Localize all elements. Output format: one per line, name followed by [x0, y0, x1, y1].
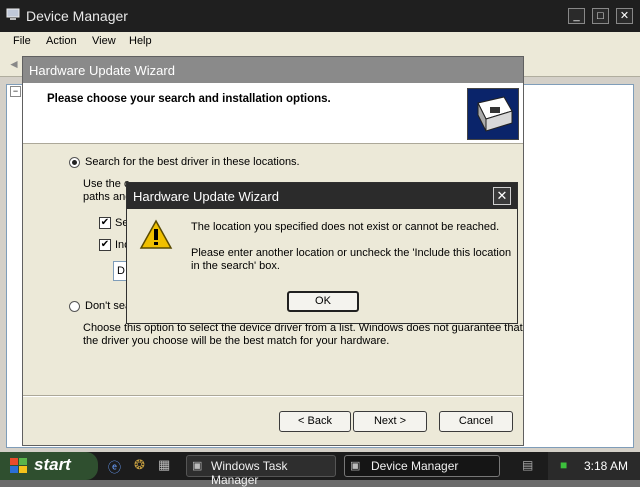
menu-action[interactable]: Action: [46, 35, 77, 47]
warning-icon: [139, 219, 173, 249]
clock[interactable]: 3:18 AM: [584, 459, 628, 473]
dialog-message-line1: The location you specified does not exis…: [191, 221, 500, 233]
dont-search-description-line2: the driver you choose will be the best m…: [83, 335, 390, 347]
close-button[interactable]: ✕: [616, 8, 633, 24]
ok-button[interactable]: OK: [287, 291, 359, 312]
quicklaunch-media-icon[interactable]: ❂: [134, 457, 145, 473]
tray-app-icon[interactable]: ■: [560, 458, 567, 472]
dialog-titlebar[interactable]: Hardware Update Wizard ✕: [127, 183, 517, 209]
dialog-close-button[interactable]: ✕: [493, 187, 511, 205]
window-title: Device Manager: [26, 8, 128, 24]
task-label: Device Manager: [371, 459, 459, 473]
task-label: Windows Task Manager: [211, 459, 288, 487]
menu-help[interactable]: Help: [129, 35, 152, 47]
search-best-driver-label: Search for the best driver in these loca…: [85, 156, 300, 168]
dont-search-radio[interactable]: [69, 301, 80, 312]
menu-bar: File Action View Help: [0, 32, 640, 52]
search-option-description-line2: paths and: [83, 191, 132, 203]
cancel-button[interactable]: Cancel: [439, 411, 513, 432]
dialog-message-line3: in the search' box.: [191, 260, 280, 272]
quicklaunch-desktop-icon[interactable]: ▦: [158, 457, 170, 473]
back-arrow-icon[interactable]: ◄: [8, 57, 20, 71]
minimize-button[interactable]: _: [568, 8, 585, 24]
include-location-checkbox[interactable]: ✔: [99, 239, 111, 251]
error-dialog: Hardware Update Wizard ✕ The location yo…: [126, 182, 518, 324]
device-manager-titlebar[interactable]: Device Manager _ □ ✕: [0, 0, 640, 32]
computer-icon: [6, 8, 20, 20]
device-manager-icon: ▣: [350, 460, 361, 472]
wizard-titlebar[interactable]: Hardware Update Wizard: [23, 57, 523, 83]
hardware-wizard-icon: [467, 88, 519, 140]
search-best-driver-radio[interactable]: [69, 157, 80, 168]
windows-logo-icon: [10, 458, 27, 473]
wizard-separator: [23, 395, 523, 397]
wizard-header-title: Please choose your search and installati…: [47, 93, 331, 105]
maximize-button[interactable]: □: [592, 8, 609, 24]
task-manager-icon: ▣: [192, 460, 203, 472]
system-tray: ▤ ■ 3:18 AM: [522, 452, 640, 480]
back-button[interactable]: < Back: [279, 411, 351, 432]
start-label: start: [34, 455, 71, 474]
task-windows-task-manager[interactable]: ▣ Windows Task Manager: [186, 455, 336, 487]
next-button[interactable]: Next >: [353, 411, 427, 432]
network-icon[interactable]: ▤: [522, 458, 533, 472]
dialog-message-line2: Please enter another location or uncheck…: [191, 247, 512, 259]
task-device-manager[interactable]: ▣ Device Manager: [344, 455, 500, 477]
wizard-header: Please choose your search and installati…: [23, 83, 523, 144]
menu-view[interactable]: View: [92, 35, 116, 47]
quicklaunch-browser-icon[interactable]: ⓔ: [108, 457, 121, 476]
search-option-description-line1: Use the c: [83, 178, 130, 190]
search-removable-media-checkbox[interactable]: ✔: [99, 217, 111, 229]
menu-file[interactable]: File: [13, 35, 31, 47]
dialog-title: Hardware Update Wizard: [133, 189, 279, 204]
tree-collapse-toggle[interactable]: −: [10, 86, 21, 97]
wizard-title: Hardware Update Wizard: [29, 63, 175, 78]
dont-search-label: Don't sea: [85, 300, 132, 312]
